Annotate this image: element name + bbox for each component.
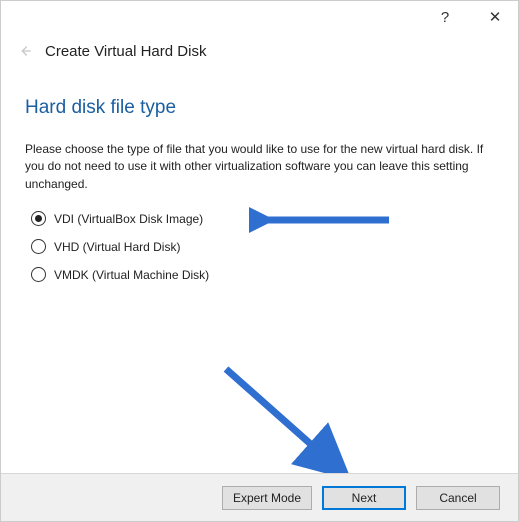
expert-mode-button[interactable]: Expert Mode (222, 486, 312, 510)
wizard-footer: Expert Mode Next Cancel (1, 473, 518, 521)
wizard-title: Create Virtual Hard Disk (45, 43, 206, 60)
cancel-button[interactable]: Cancel (416, 486, 500, 510)
close-button[interactable]: ✕ (480, 3, 510, 31)
help-button[interactable]: ? (430, 3, 460, 31)
annotation-arrow-icon (249, 207, 399, 233)
radio-option-vdi[interactable]: VDI (VirtualBox Disk Image) (31, 211, 494, 226)
page-heading: Hard disk file type (25, 97, 494, 119)
arrow-left-icon (17, 43, 33, 59)
radio-label: VDI (VirtualBox Disk Image) (54, 212, 203, 226)
page-description: Please choose the type of file that you … (25, 141, 494, 193)
back-button[interactable] (13, 39, 37, 63)
radio-icon (31, 267, 46, 282)
file-type-radio-group: VDI (VirtualBox Disk Image) VHD (Virtual… (25, 211, 494, 282)
radio-icon (31, 239, 46, 254)
titlebar: ? ✕ (1, 1, 518, 33)
radio-option-vhd[interactable]: VHD (Virtual Hard Disk) (31, 239, 494, 254)
radio-option-vmdk[interactable]: VMDK (Virtual Machine Disk) (31, 267, 494, 282)
radio-label: VMDK (Virtual Machine Disk) (54, 268, 209, 282)
radio-icon (31, 211, 46, 226)
annotation-arrow-icon (216, 359, 366, 489)
radio-label: VHD (Virtual Hard Disk) (54, 240, 180, 254)
next-button[interactable]: Next (322, 486, 406, 510)
wizard-content: Hard disk file type Please choose the ty… (1, 73, 518, 282)
wizard-header: Create Virtual Hard Disk (1, 33, 518, 73)
